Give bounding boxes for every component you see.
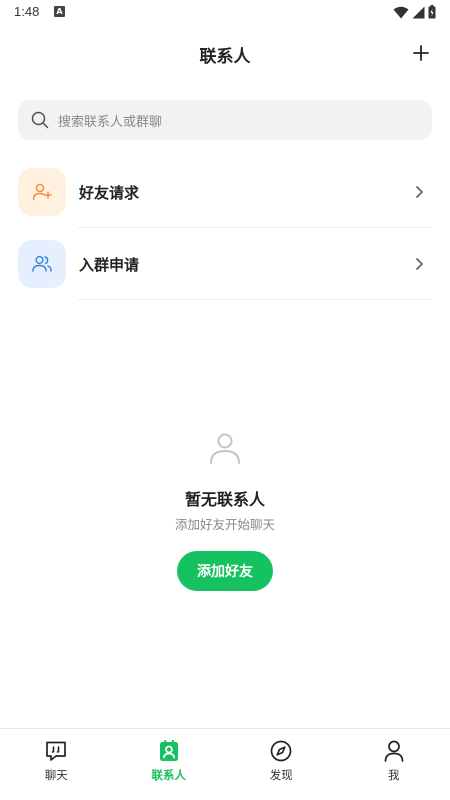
header: 联系人 xyxy=(0,26,450,82)
tab-chat[interactable]: 聊天 xyxy=(0,729,113,788)
contacts-icon xyxy=(159,740,178,761)
user-outline-icon xyxy=(210,433,240,464)
battery-icon xyxy=(428,5,436,19)
bottom-tab-bar: 聊天 联系人 发现 我 xyxy=(0,728,450,788)
search-placeholder: 搜索联系人或群聊 xyxy=(58,115,163,130)
plus-icon xyxy=(413,45,429,61)
empty-state-subtitle: 添加好友开始聊天 xyxy=(174,517,275,532)
page-title: 联系人 xyxy=(199,47,251,67)
empty-state-title: 暂无联系人 xyxy=(184,490,265,509)
notification-icon: A xyxy=(54,6,65,17)
add-friend-button[interactable]: 添加好友 xyxy=(177,551,273,591)
tab-chat-label: 聊天 xyxy=(44,768,68,782)
tab-contacts-label: 联系人 xyxy=(151,768,187,782)
friend-requests-icon-box xyxy=(18,168,66,216)
chevron-right-icon xyxy=(416,258,423,270)
tab-discover-label: 发现 xyxy=(269,768,293,782)
search-input[interactable]: 搜索联系人或群聊 xyxy=(18,100,432,140)
group-requests-label: 入群申请 xyxy=(79,256,140,274)
status-time: 1:48 xyxy=(14,4,40,19)
tab-me[interactable]: 我 xyxy=(338,729,450,788)
divider xyxy=(78,227,432,228)
chevron-right-icon xyxy=(416,186,423,198)
friend-requests-label: 好友请求 xyxy=(79,184,140,202)
signal-icon xyxy=(412,6,425,18)
tab-contacts[interactable]: 联系人 xyxy=(113,729,226,788)
chat-icon xyxy=(46,741,67,761)
group-requests-item[interactable]: 入群申请 xyxy=(0,240,450,312)
status-indicators xyxy=(393,4,436,20)
friend-requests-item[interactable]: 好友请求 xyxy=(0,168,450,240)
compass-icon xyxy=(270,740,292,762)
wifi-icon xyxy=(393,6,409,18)
divider xyxy=(78,299,432,300)
person-icon xyxy=(384,740,404,762)
tab-me-label: 我 xyxy=(388,768,400,782)
group-requests-icon-box xyxy=(18,240,66,288)
user-plus-icon xyxy=(32,183,52,201)
search-icon xyxy=(31,111,49,129)
users-icon xyxy=(32,255,52,272)
status-bar: 1:48 A xyxy=(0,0,450,26)
tab-discover[interactable]: 发现 xyxy=(225,729,338,788)
add-button[interactable] xyxy=(408,40,434,66)
